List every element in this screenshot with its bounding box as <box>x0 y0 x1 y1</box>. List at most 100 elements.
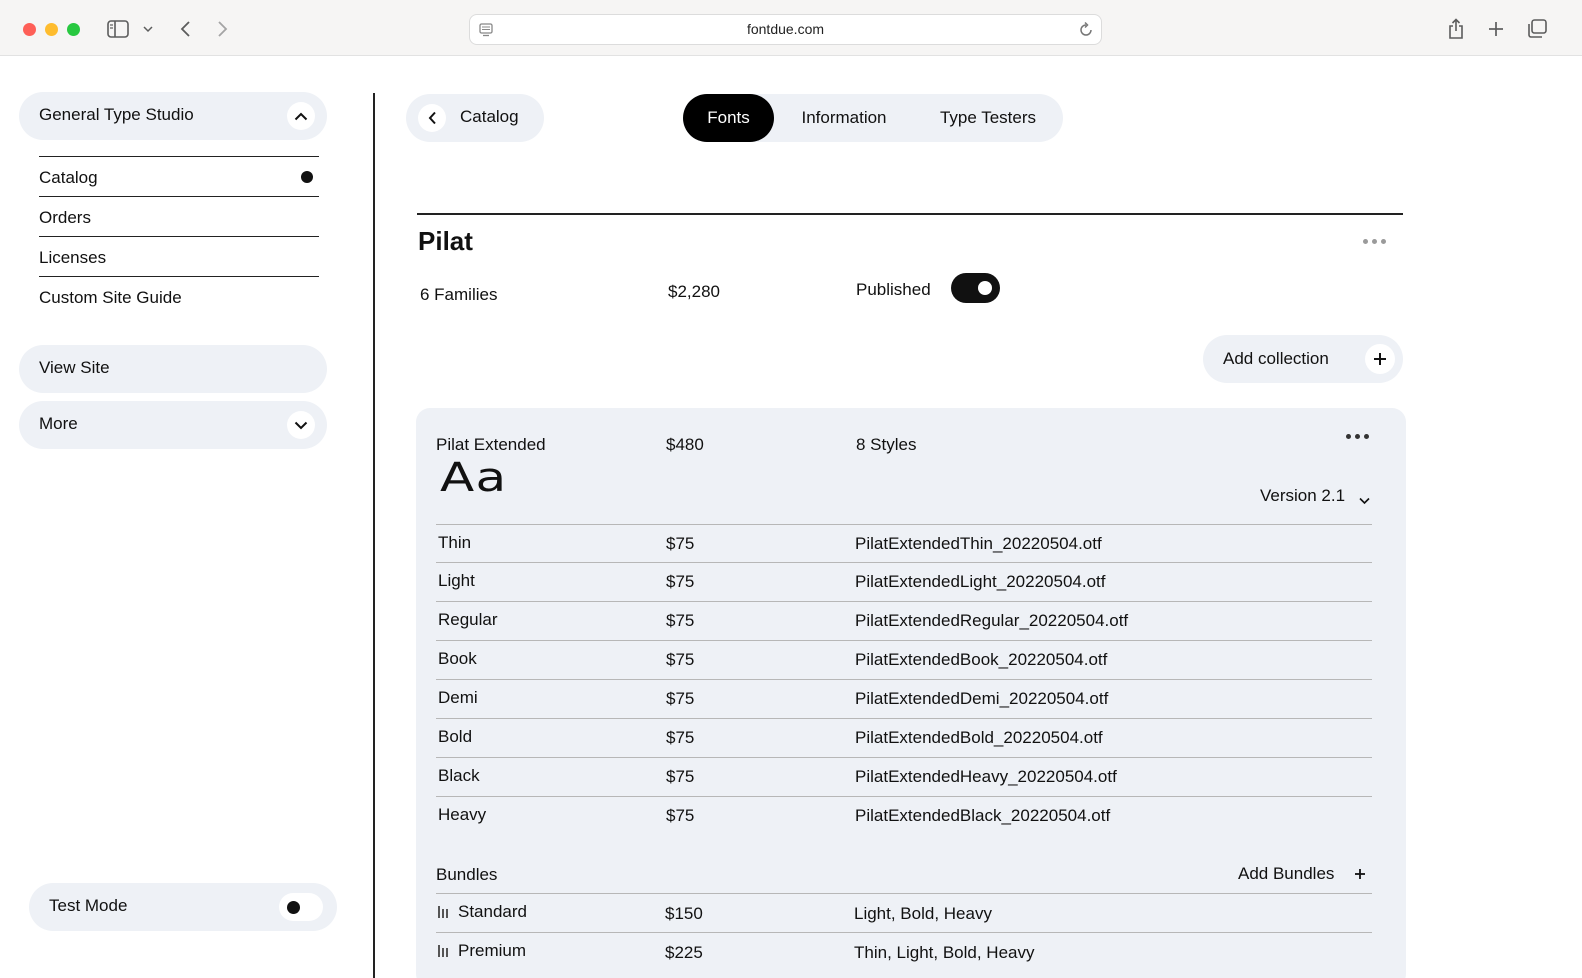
browser-toolbar: fontdue.com <box>0 0 1582 56</box>
plus-icon <box>1365 344 1395 374</box>
studio-name: General Type Studio <box>39 105 194 124</box>
more-menu-button[interactable]: More <box>19 401 327 449</box>
family-more-options-icon[interactable] <box>1363 239 1386 244</box>
style-name: Bold <box>438 727 473 746</box>
sidebar-item-custom-site-guide[interactable]: Custom Site Guide <box>39 276 319 316</box>
style-file: PilatExtendedLight_20220504.otf <box>855 572 1106 591</box>
bundles-heading: Bundles <box>436 865 498 884</box>
tab-fonts[interactable]: Fonts <box>683 94 774 142</box>
test-mode-label: Test Mode <box>49 896 128 915</box>
style-name: Regular <box>438 610 498 629</box>
row-divider <box>436 640 1372 641</box>
families-count: 6 Families <box>420 285 498 304</box>
view-site-label: View Site <box>39 358 110 377</box>
style-name: Black <box>438 766 480 785</box>
drag-handle-icon[interactable] <box>438 945 448 957</box>
sidebar-item-label: Orders <box>39 208 91 227</box>
sidebar-toggle-icon[interactable] <box>106 16 130 42</box>
bundle-name: Premium <box>458 941 527 960</box>
row-divider <box>436 932 1372 933</box>
style-price: $75 <box>666 728 695 747</box>
tab-information[interactable]: Information <box>783 94 905 142</box>
test-mode-row: Test Mode <box>29 883 337 931</box>
reload-icon[interactable] <box>1077 21 1095 44</box>
forward-icon[interactable] <box>214 16 232 42</box>
sidebar-nav: Catalog Orders Licenses Custom Site Guid… <box>39 156 319 316</box>
style-file: PilatExtendedDemi_20220504.otf <box>855 689 1109 708</box>
sidebar-item-catalog[interactable]: Catalog <box>39 156 319 196</box>
style-price: $75 <box>666 767 695 786</box>
chevron-down-icon[interactable] <box>287 411 315 439</box>
published-toggle[interactable] <box>951 273 1000 303</box>
row-divider <box>436 718 1372 719</box>
add-bundles-button[interactable]: Add Bundles <box>1238 864 1334 884</box>
collection-price: $480 <box>666 435 704 454</box>
page-title: Pilat <box>418 226 473 256</box>
row-divider <box>436 796 1372 797</box>
style-price: $75 <box>666 534 695 553</box>
tab-overview-icon[interactable] <box>1525 16 1549 42</box>
share-icon[interactable] <box>1444 16 1468 42</box>
row-divider <box>436 524 1372 525</box>
style-price: $75 <box>666 806 695 825</box>
section-divider <box>417 213 1403 215</box>
style-file: PilatExtendedThin_20220504.otf <box>855 534 1102 553</box>
style-name: Light <box>438 571 475 590</box>
bundle-styles: Thin, Light, Bold, Heavy <box>854 943 1035 962</box>
style-name: Demi <box>438 688 478 707</box>
row-divider <box>436 679 1372 680</box>
version-selector[interactable]: Version 2.1 <box>1260 486 1345 506</box>
sidebar-item-label: Catalog <box>39 168 98 187</box>
style-file: PilatExtendedHeavy_20220504.otf <box>855 767 1117 786</box>
section-tabs: Fonts Information Type Testers <box>683 94 1063 142</box>
test-mode-toggle[interactable] <box>279 893 323 921</box>
view-site-button[interactable]: View Site <box>19 345 327 393</box>
studio-selector[interactable]: General Type Studio <box>19 92 327 140</box>
back-to-catalog-button[interactable]: Catalog <box>406 94 544 142</box>
family-price: $2,280 <box>668 282 720 301</box>
toggle-knob <box>978 281 992 295</box>
close-window-button[interactable] <box>23 23 36 36</box>
new-tab-icon[interactable] <box>1485 16 1507 42</box>
zoom-window-button[interactable] <box>67 23 80 36</box>
address-bar[interactable]: fontdue.com <box>469 14 1102 45</box>
style-name: Heavy <box>438 805 487 824</box>
style-price: $75 <box>666 572 695 591</box>
style-price: $75 <box>666 689 695 708</box>
plus-icon[interactable] <box>1354 867 1366 885</box>
more-label: More <box>39 414 78 433</box>
minimize-window-button[interactable] <box>45 23 58 36</box>
styles-count: 8 Styles <box>856 435 917 454</box>
bundle-price: $225 <box>665 943 703 962</box>
sidebar-item-orders[interactable]: Orders <box>39 196 319 236</box>
add-collection-button[interactable]: Add collection <box>1203 335 1403 383</box>
collection-name: Pilat Extended <box>436 435 546 454</box>
published-label: Published <box>856 280 931 299</box>
toggle-knob <box>287 901 300 914</box>
active-indicator <box>301 171 313 183</box>
sidebar-item-licenses[interactable]: Licenses <box>39 236 319 276</box>
style-file: PilatExtendedBlack_20220504.otf <box>855 806 1111 825</box>
style-file: PilatExtendedRegular_20220504.otf <box>855 611 1129 630</box>
style-price: $75 <box>666 611 695 630</box>
style-file: PilatExtendedBold_20220504.otf <box>855 728 1103 747</box>
font-specimen: Aa <box>440 455 508 501</box>
sidebar-item-label: Licenses <box>39 248 107 267</box>
style-name: Book <box>438 649 477 668</box>
add-collection-label: Add collection <box>1223 349 1329 368</box>
back-label: Catalog <box>460 107 519 126</box>
collection-more-options-icon[interactable] <box>1346 434 1369 439</box>
tab-type-testers[interactable]: Type Testers <box>923 94 1053 142</box>
address-url: fontdue.com <box>746 21 825 37</box>
chevron-left-icon <box>418 104 446 132</box>
chevron-down-icon[interactable] <box>1359 492 1370 510</box>
bundle-name: Standard <box>458 902 527 921</box>
sidebar-divider <box>373 93 375 978</box>
chevron-up-icon[interactable] <box>287 102 315 130</box>
back-icon[interactable] <box>176 16 194 42</box>
chevron-down-icon[interactable] <box>142 16 154 42</box>
sidebar-item-label: Custom Site Guide <box>39 288 182 307</box>
drag-handle-icon[interactable] <box>438 906 448 918</box>
style-name: Thin <box>438 533 472 552</box>
style-file: PilatExtendedBook_20220504.otf <box>855 650 1108 669</box>
